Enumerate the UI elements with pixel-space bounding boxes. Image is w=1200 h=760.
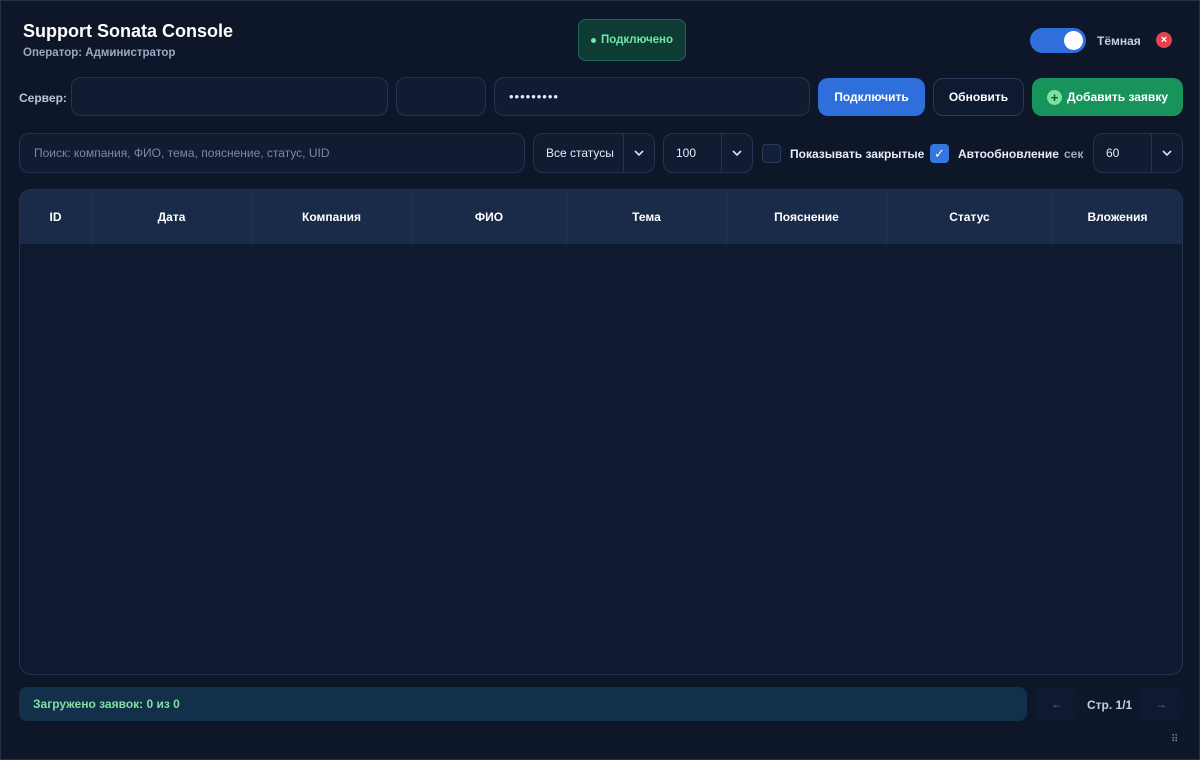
auto-refresh-label[interactable]: Автообновление <box>958 147 1059 161</box>
limit-value: 100 <box>676 146 697 160</box>
limit-select[interactable]: 100 <box>663 133 753 173</box>
connection-status-text: Подключено <box>600 34 674 46</box>
seconds-label: сек <box>1064 147 1084 161</box>
server-label: Сервер: <box>19 91 67 105</box>
column-header-subject[interactable]: Тема <box>567 190 727 244</box>
app-title: Support Sonata Console <box>23 21 234 41</box>
chevron-down-icon <box>721 134 752 172</box>
checkmark-icon: ✓ <box>934 145 945 161</box>
toggle-knob <box>1064 31 1083 50</box>
prev-page-button[interactable]: ← <box>1035 687 1079 721</box>
server-input[interactable] <box>71 77 388 116</box>
column-header-status[interactable]: Статус <box>887 190 1053 244</box>
status-filter-value: Все статусы <box>546 146 614 160</box>
table-header: ID Дата Компания ФИО Тема Пояснение Стат… <box>20 190 1182 244</box>
chevron-down-icon <box>1151 134 1182 172</box>
connect-button[interactable]: Подключить <box>818 78 925 116</box>
column-header-name[interactable]: ФИО <box>412 190 567 244</box>
column-header-attachments[interactable]: Вложения <box>1053 190 1182 244</box>
next-page-button[interactable]: → <box>1139 687 1183 721</box>
refresh-interval-select[interactable]: 60 <box>1093 133 1183 173</box>
auto-refresh-checkbox[interactable]: ✓ <box>930 144 949 163</box>
app-window: Support Sonata Console Оператор: Админис… <box>0 0 1200 760</box>
refresh-button[interactable]: Обновить <box>933 78 1024 116</box>
loaded-count-status: Загружено заявок: 0 из 0 <box>19 687 1027 721</box>
column-header-date[interactable]: Дата <box>92 190 252 244</box>
close-button[interactable]: × <box>1156 32 1172 48</box>
add-ticket-button[interactable]: + Добавить заявку <box>1032 78 1183 116</box>
plus-icon: + <box>1047 89 1062 105</box>
arrow-right-icon: → <box>1155 697 1167 711</box>
status-filter-select[interactable]: Все статусы <box>533 133 655 173</box>
column-header-company[interactable]: Компания <box>252 190 412 244</box>
operator-label: Оператор: Администратор <box>23 47 176 59</box>
page-indicator: Стр. 1/1 <box>1087 698 1133 712</box>
theme-label: Тёмная <box>1097 34 1141 48</box>
arrow-left-icon: ← <box>1051 697 1063 711</box>
password-input[interactable]: ••••••••• <box>494 77 810 116</box>
close-icon: × <box>1160 33 1168 46</box>
port-input[interactable] <box>396 77 486 116</box>
tickets-table: ID Дата Компания ФИО Тема Пояснение Стат… <box>19 189 1183 675</box>
interval-value: 60 <box>1106 146 1120 160</box>
chevron-down-icon <box>623 134 654 172</box>
resize-grip-icon[interactable]: ⠿ <box>1171 734 1178 745</box>
status-dot-icon <box>590 37 596 43</box>
connection-status-badge: Подключено <box>578 19 686 61</box>
column-header-explanation[interactable]: Пояснение <box>727 190 887 244</box>
theme-toggle[interactable] <box>1030 28 1086 53</box>
add-ticket-label: Добавить заявку <box>1067 90 1168 104</box>
search-input[interactable]: Поиск: компания, ФИО, тема, пояснение, с… <box>19 133 525 173</box>
show-closed-checkbox[interactable] <box>762 144 781 163</box>
column-header-id[interactable]: ID <box>20 190 92 244</box>
show-closed-label[interactable]: Показывать закрытые <box>790 147 924 161</box>
